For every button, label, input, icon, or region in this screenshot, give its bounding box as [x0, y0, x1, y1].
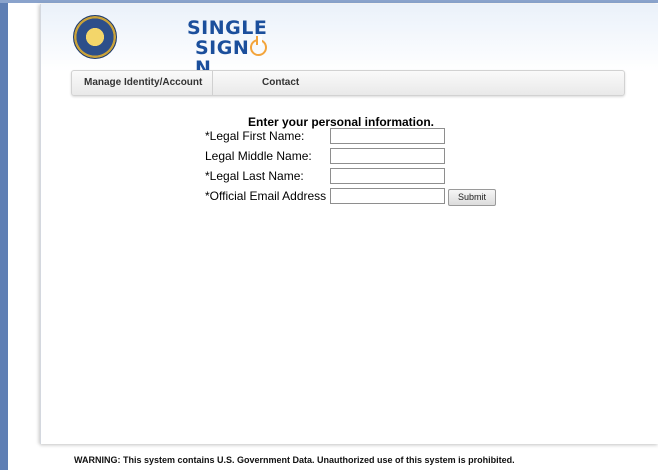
power-icon — [250, 36, 268, 56]
logo-line-2-prefix: SIGN — [195, 37, 250, 59]
legal-first-name-input[interactable] — [330, 128, 445, 144]
site-header: SINGLE SIGNN — [41, 4, 658, 78]
treasury-seal-icon — [73, 15, 117, 59]
official-email-input[interactable] — [330, 188, 445, 204]
form-title: Enter your personal information. — [247, 115, 435, 129]
logo-line-1: SINGLE — [187, 17, 268, 39]
window-top-border — [0, 0, 658, 3]
legal-last-name-input[interactable] — [330, 168, 445, 184]
window-left-border — [0, 0, 8, 470]
government-data-warning: WARNING: This system contains U.S. Gover… — [74, 455, 515, 465]
main-nav: Manage Identity/Account Contact — [71, 70, 625, 96]
legal-first-name-label: *Legal First Name: — [205, 129, 305, 143]
page-container: SINGLE SIGNN Manage Identity/Account Con… — [40, 4, 658, 444]
legal-middle-name-label: Legal Middle Name: — [205, 149, 312, 163]
submit-button[interactable]: Submit — [448, 189, 496, 206]
official-email-label: *Official Email Address — [205, 189, 327, 203]
nav-contact[interactable]: Contact — [252, 71, 309, 95]
single-signon-logo: SINGLE SIGNN — [183, 17, 283, 78]
legal-last-name-label: *Legal Last Name: — [205, 169, 304, 183]
nav-manage-identity-account[interactable]: Manage Identity/Account — [74, 71, 214, 95]
legal-middle-name-input[interactable] — [330, 148, 445, 164]
